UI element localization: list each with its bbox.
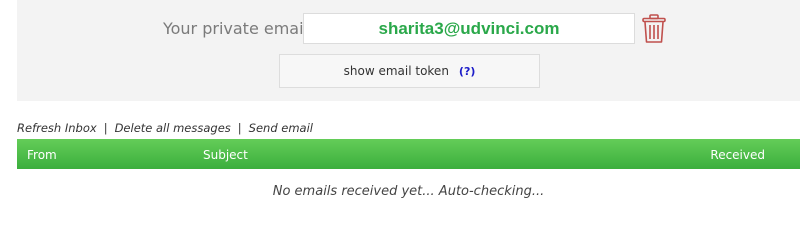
empty-inbox-message: No emails received yet... Auto-checking.… [272,184,545,199]
trash-icon [642,14,666,43]
email-panel: Your private email sharita3@udvinci.com … [17,0,800,101]
column-subject: Subject [203,148,248,162]
separator: | [103,121,108,135]
token-help-link[interactable]: (?) [459,65,475,78]
column-from: From [27,148,57,162]
show-email-token-button[interactable]: show email token (?) [279,54,540,88]
inbox-actions: Refresh Inbox | Delete all messages | Send e… [17,120,313,136]
email-address-field[interactable]: sharita3@udvinci.com [303,13,635,44]
delete-all-messages-link[interactable]: Delete all messages [115,121,231,135]
token-button-label: show email token [343,64,449,78]
separator: | [237,121,242,135]
delete-email-button[interactable] [641,14,667,44]
column-received: Received [710,148,765,162]
refresh-inbox-link[interactable]: Refresh Inbox [17,121,97,135]
inbox-table-header: From Subject Received [17,139,800,169]
email-label: Your private email [162,19,308,38]
temp-mail-page: Your private email sharita3@udvinci.com … [0,0,800,217]
send-email-link[interactable]: Send email [249,121,313,135]
